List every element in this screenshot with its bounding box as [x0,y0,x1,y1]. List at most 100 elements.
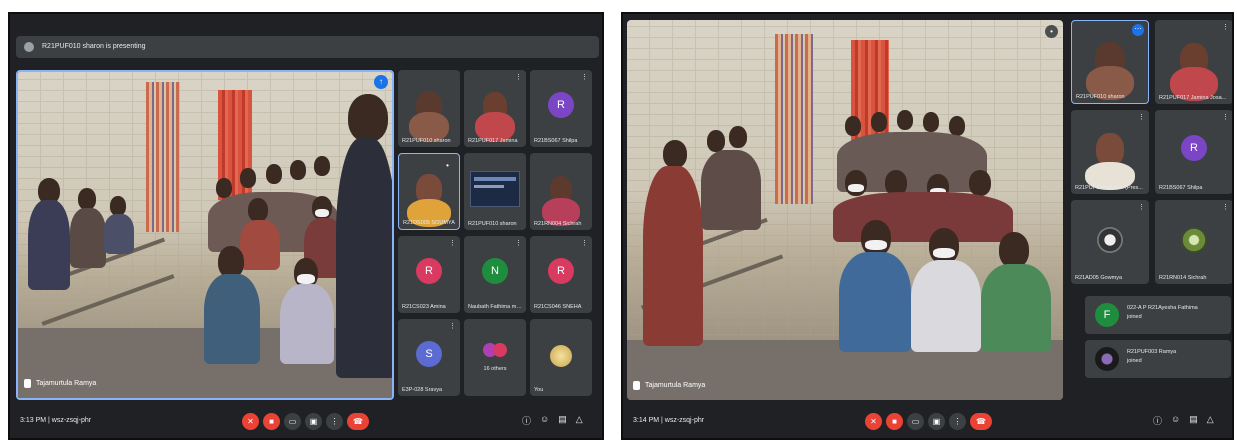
participant-tile[interactable]: R ⋮ R21BS067 Shilpa [1155,110,1232,194]
join-notification-status: joined [1127,314,1142,320]
participant-name: R21RN004 Sichrah [534,221,582,227]
info-icon[interactable]: ⓘ [1153,414,1162,427]
avatar: R [1181,134,1207,161]
chat-icon[interactable]: ▤ [558,414,567,427]
avatar: N [482,257,508,284]
join-notification-name: 022-A P R21Ayesha Fathima [1127,305,1198,311]
audio-indicator-icon: • [1045,25,1058,38]
pin-icon [24,379,31,388]
chat-icon[interactable]: ▤ [1189,414,1198,427]
participant-tile[interactable]: R21RN004 Sichrah [530,153,592,230]
participant-tile[interactable]: R21PUF010 sharon [464,153,526,230]
more-options-icon[interactable]: ⋮ [949,413,966,430]
info-icon[interactable]: ⓘ [522,414,531,427]
avatar: F [1095,303,1119,327]
end-call-icon[interactable]: ☎ [970,413,992,430]
captions-icon[interactable]: ▭ [907,413,924,430]
participant-tile[interactable]: N ⋮ Naubath Fathima mohi... [464,236,526,313]
pin-icon [633,381,640,390]
participant-tile[interactable]: R ⋮ R21CS023 Amina [398,236,460,313]
avatar: R [416,257,442,284]
join-notification: R21PUF003 Ramya joined [1085,340,1231,378]
participant-name: R21AD05 Gowmya [1075,275,1123,281]
participant-name: R21PUF017 Jamina Josa... [1159,95,1227,101]
self-tile[interactable]: You [530,319,592,396]
others-tile[interactable]: 16 others [464,319,526,396]
mic-off-icon: ⋮ [515,240,522,247]
join-notification-name: R21PUF003 Ramya [1127,349,1177,355]
participant-tile[interactable]: R ⋮ R21CS046 SNEHA [530,236,592,313]
people-icon[interactable]: ☺ [540,414,549,427]
more-options-icon[interactable]: ⋯ [1132,24,1144,36]
mic-off-icon: ⋮ [1222,24,1229,31]
participant-tile[interactable]: R21PUF010 sharon [398,70,460,147]
avatar: R [548,257,574,284]
participant-tile[interactable]: ⋮ R21AD05 Gowmya [1071,200,1149,284]
mic-off-icon[interactable]: ✕ [242,413,259,430]
mic-off-icon: ⋮ [515,74,522,81]
participant-name: R21BS067 Shilpa [534,138,578,144]
participant-name: R21RN014 Sichrah [1159,275,1207,281]
participant-tile[interactable]: ⋮ R21PUF017 Jamina Josa... [1155,20,1232,104]
mic-off-icon: ⋮ [581,74,588,81]
presenting-banner: R21PUF010 sharon is presenting [16,36,599,58]
main-speaker-name: Tajamurtula Ramya [36,380,97,387]
presenting-banner-text: R21PUF010 sharon is presenting [42,43,146,50]
join-notification: F 022-A P R21Ayesha Fathima joined [1085,296,1231,334]
participant-tile[interactable]: • R21DS005 SOUMYA [398,153,460,230]
mic-off-icon: ⋮ [1222,114,1229,121]
participant-name: R21BS067 Shilpa [1159,185,1203,191]
avatar [1095,347,1119,371]
screen-share-icon: ↑ [374,75,388,89]
meeting-time-code: 3:14 PM | wsz-zsqj-phr [633,417,705,424]
others-count: 16 others [483,366,507,372]
participant-tile[interactable]: ⋮ R21PUF010 sharon (Pres... [1071,110,1149,194]
participant-tile[interactable]: ⋯ R21PUF010 sharon [1071,20,1149,104]
mic-off-icon[interactable]: ✕ [865,413,882,430]
meeting-time-code: 3:13 PM | wsz-zsqj-phr [20,417,92,424]
avatar: S [416,340,442,367]
more-options-icon[interactable]: ⋮ [326,413,343,430]
mic-off-icon: ⋮ [581,240,588,247]
end-call-icon[interactable]: ☎ [347,413,369,430]
participant-tile[interactable]: R ⋮ R21BS067 Shilpa [530,70,592,147]
activities-icon[interactable]: △ [1207,414,1214,427]
present-icon[interactable]: ▣ [305,413,322,430]
mic-off-icon: ⋮ [449,240,456,247]
main-video[interactable]: Tajamurtula Ramya • [627,20,1063,400]
captions-icon[interactable]: ▭ [284,413,301,430]
participant-name: R21PUF010 sharon [1076,94,1125,100]
camera-off-icon[interactable]: ■ [263,413,280,430]
audio-indicator-icon: • [441,159,454,172]
mic-off-icon: ⋮ [1138,114,1145,121]
participant-name: R21PUF010 sharon (Pres... [1075,185,1143,191]
presenter-avatar-icon [24,42,34,52]
participant-name: Naubath Fathima mohi... [468,304,522,310]
present-icon[interactable]: ▣ [928,413,945,430]
activities-icon[interactable]: △ [576,414,583,427]
avatar: R [548,91,574,118]
participant-name: You [534,387,544,393]
people-icon[interactable]: ☺ [1171,414,1180,427]
mic-off-icon: ⋮ [449,323,456,330]
call-control-bar: 3:14 PM | wsz-zsqj-phr ✕ ■ ▭ ▣ ⋮ ☎ ⓘ ☺ ▤… [623,408,1232,438]
mic-off-icon: ⋮ [1222,204,1229,211]
avatar [493,343,507,357]
camera-off-icon[interactable]: ■ [886,413,903,430]
call-control-bar: 3:13 PM | wsz-zsqj-phr ✕ ■ ▭ ▣ ⋮ ☎ ⓘ ☺ ▤… [10,408,602,438]
main-video[interactable]: Tajamurtula Ramya ↑ [16,70,394,400]
participant-name: R21CS023 Amina [402,304,446,310]
participant-name: R21PUF010 sharon [402,138,451,144]
participant-tile[interactable]: S ⋮ E3P-028 Sravya [398,319,460,396]
meet-window-right: Tajamurtula Ramya • ⋯ R21PUF010 sharon ⋮… [621,12,1234,440]
participant-tile[interactable]: ⋮ R21RN014 Sichrah [1155,200,1232,284]
participant-name: R21CS046 SNEHA [534,304,582,310]
participant-tile[interactable]: ⋮ R21PUF017 Jamina [464,70,526,147]
participant-name: R21PUF010 sharon [468,221,517,227]
main-speaker-tag: Tajamurtula Ramya [633,381,705,390]
main-speaker-name: Tajamurtula Ramya [645,382,706,389]
participant-name: R21DS005 SOUMYA [403,220,455,226]
join-notification-status: joined [1127,358,1142,364]
meet-window-left: R21PUF010 sharon is presenting Tajamurtu… [8,12,604,440]
main-speaker-tag: Tajamurtula Ramya [24,379,96,388]
